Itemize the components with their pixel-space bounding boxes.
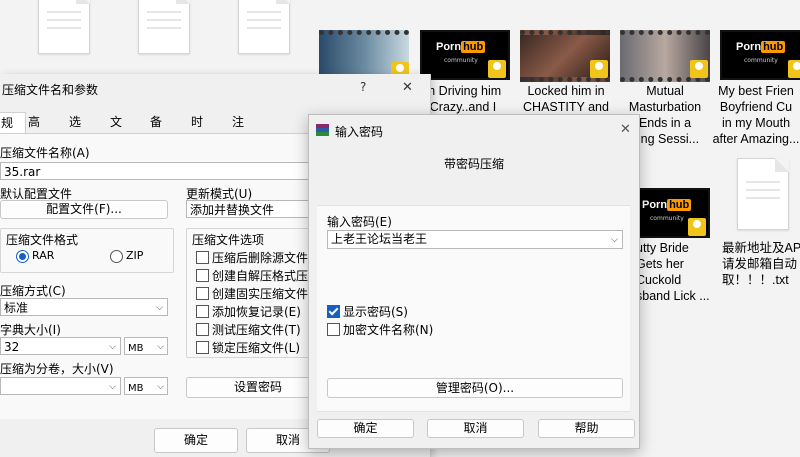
rar-radio[interactable] <box>16 250 29 263</box>
option-label: 创建固实压缩文件 <box>212 287 309 301</box>
split-select[interactable]: ⌵ <box>0 377 121 395</box>
help-button[interactable]: 帮助 <box>538 419 635 438</box>
video-thumbnail[interactable] <box>620 30 710 82</box>
recovery-checkbox[interactable] <box>196 305 209 318</box>
file-icon[interactable] <box>38 0 90 54</box>
file-name-label[interactable]: utty Bride Gets her Cuckold sband Lick .… <box>636 240 716 304</box>
file-name-label[interactable]: My best Frien Boyfriend Cu in my Mouth a… <box>712 83 800 147</box>
dict-value: 32 <box>4 340 20 354</box>
video-thumbnail[interactable] <box>520 30 610 82</box>
delete-after-checkbox[interactable] <box>196 251 209 264</box>
show-password-label: 显示密码(S) <box>343 305 408 319</box>
rar-label: RAR <box>32 249 55 262</box>
player-badge-icon <box>590 60 608 78</box>
option-label: 压缩后删除源文件 <box>212 251 309 265</box>
option-label: 添加恢复记录(E) <box>212 305 301 319</box>
split-label: 压缩为分卷，大小(V) <box>0 362 114 376</box>
password-panel: 输入密码(E) 上老王论坛当老王 ⌵ 显示密码(S) 加密文件名称(N) 管理密… <box>317 205 630 412</box>
lock-checkbox[interactable] <box>196 341 209 354</box>
chevron-down-icon[interactable]: ⌵ <box>611 232 618 248</box>
ok-button[interactable]: 确定 <box>317 419 414 438</box>
password-dialog: 输入密码 ✕ 带密码压缩 输入密码(E) 上老王论坛当老王 ⌵ 显示密码(S) … <box>308 114 640 449</box>
tab-general[interactable]: 规 <box>0 112 26 135</box>
pornhub-thumbnail[interactable]: Porn hub community <box>720 30 800 80</box>
txt-file-icon[interactable] <box>737 158 789 230</box>
sfx-checkbox[interactable] <box>196 269 209 282</box>
archive-name-label: 压缩文件名称(A) <box>0 146 90 160</box>
password-input[interactable]: 上老王论坛当老王 ⌵ <box>327 230 623 249</box>
winrar-icon <box>316 124 329 137</box>
zip-label: ZIP <box>126 249 144 262</box>
file-icon[interactable] <box>138 0 190 54</box>
dialog-title: 压缩文件名和参数 <box>2 83 99 97</box>
chevron-down-icon: ⌵ <box>157 342 164 352</box>
pornhub-thumbnail[interactable]: Porn hub community <box>420 30 510 80</box>
player-badge-icon <box>688 218 706 236</box>
zip-radio[interactable] <box>110 250 123 263</box>
set-password-button[interactable]: 设置密码 <box>186 377 320 398</box>
split-unit-select[interactable]: MB ⌵ <box>124 377 168 395</box>
help-icon[interactable]: ? <box>360 80 366 94</box>
dialog-title: 输入密码 <box>335 125 384 139</box>
player-badge-icon <box>488 60 506 78</box>
encrypt-names-checkbox[interactable] <box>327 323 340 336</box>
dict-select[interactable]: 32 ⌵ <box>0 337 121 355</box>
close-icon[interactable]: ✕ <box>620 122 631 137</box>
profile-button[interactable]: 配置文件(F)... <box>0 200 168 219</box>
close-icon[interactable]: ✕ <box>402 80 413 95</box>
test-checkbox[interactable] <box>196 323 209 336</box>
option-label: 创建自解压格式压 <box>212 269 309 283</box>
update-mode-select[interactable]: 添加并替换文件 <box>186 200 320 218</box>
tab-advanced[interactable]: 高级 <box>28 112 40 149</box>
dict-unit-select[interactable]: MB ⌵ <box>124 337 168 355</box>
method-label: 压缩方式(C) <box>0 284 66 298</box>
dict-label: 字典大小(I) <box>0 323 61 337</box>
archive-name-input[interactable]: 35.rar <box>0 162 320 180</box>
player-badge-icon <box>690 60 708 78</box>
file-icon[interactable] <box>238 0 290 54</box>
tab-files[interactable]: 文件 <box>110 112 122 149</box>
tab-options[interactable]: 选项 <box>69 112 81 149</box>
file-name-label[interactable]: 最新地址及AP 请发邮箱自动 取！！！.txt <box>722 240 800 288</box>
method-select[interactable]: 标准 ⌵ <box>0 298 168 316</box>
split-unit: MB <box>128 383 144 394</box>
options-group-label: 压缩文件选项 <box>192 233 265 247</box>
password-label: 输入密码(E) <box>327 215 392 229</box>
cancel-button[interactable]: 取消 <box>427 419 524 438</box>
tab-comment[interactable]: 注释 <box>232 112 244 149</box>
player-badge-icon <box>788 60 800 78</box>
option-label: 测试压缩文件(T) <box>212 323 301 337</box>
dialog-heading: 带密码压缩 <box>443 157 504 171</box>
solid-checkbox[interactable] <box>196 287 209 300</box>
option-label: 锁定压缩文件(L) <box>212 341 301 355</box>
show-password-checkbox[interactable] <box>327 305 340 318</box>
password-value: 上老王论坛当老王 <box>331 232 428 246</box>
ok-button[interactable]: 确定 <box>154 428 238 453</box>
method-value: 标准 <box>4 301 29 315</box>
tab-time[interactable]: 时间 <box>191 112 203 149</box>
pornhub-thumbnail[interactable]: Porn hub community <box>632 188 710 238</box>
dict-unit: MB <box>128 343 144 354</box>
tab-backup[interactable]: 备份 <box>150 112 162 149</box>
chevron-down-icon: ⌵ <box>157 382 164 392</box>
chevron-down-icon: ⌵ <box>109 382 116 392</box>
encrypt-names-label: 加密文件名称(N) <box>343 323 434 337</box>
format-group-label: 压缩文件格式 <box>6 233 79 247</box>
chevron-down-icon: ⌵ <box>156 303 163 313</box>
chevron-down-icon: ⌵ <box>109 342 116 352</box>
manage-passwords-button[interactable]: 管理密码(O)... <box>327 378 623 398</box>
